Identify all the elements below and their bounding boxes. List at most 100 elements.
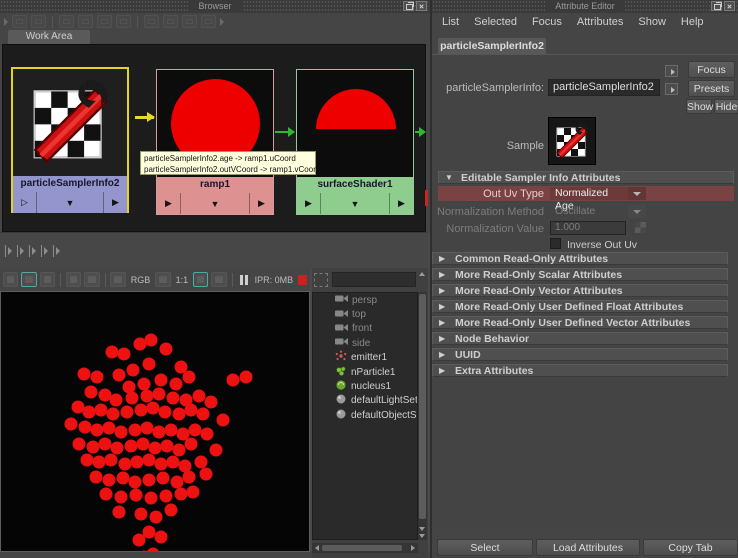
keep-image-icon[interactable]	[193, 272, 209, 287]
menu-selected[interactable]: Selected	[474, 16, 517, 28]
outliner-item-defaultObjectSet[interactable]: defaultObjectSet	[313, 408, 417, 422]
node-output-button[interactable]: ▶	[103, 192, 127, 213]
outliner-horizontal-scrollbar[interactable]	[312, 543, 418, 553]
open-render-view-icon[interactable]	[3, 272, 19, 287]
scroll-down-icon[interactable]	[419, 534, 425, 538]
section-more-read-only-user-defined-vector-attributes[interactable]: ▶ More Read-Only User Defined Vector Attr…	[432, 316, 728, 329]
node-expand-button[interactable]: ▼	[37, 192, 103, 213]
copy-tab-icon[interactable]	[665, 83, 678, 95]
inverse-out-uv-checkbox[interactable]	[550, 238, 561, 249]
section-more-read-only-vector-attributes[interactable]: ▶ More Read-Only Vector Attributes	[432, 284, 728, 297]
tab-work-area[interactable]: Work Area	[8, 30, 90, 44]
section-extra-attributes[interactable]: ▶ Extra Attributes	[432, 364, 728, 377]
filter-textures-icon[interactable]	[78, 15, 93, 28]
node-ramp[interactable]: ramp1 ▶ ▼ ▶	[156, 69, 274, 215]
copy-tab-button[interactable]: Copy Tab	[643, 539, 738, 556]
node-output-button[interactable]: ▶	[249, 193, 273, 214]
select-mode-icon[interactable]	[182, 15, 197, 28]
scroll-up-icon[interactable]	[419, 272, 425, 276]
rearrange-graph-icon[interactable]	[163, 15, 178, 28]
outliner-item-persp[interactable]: persp	[313, 293, 417, 307]
show-button[interactable]: Show	[686, 99, 713, 114]
menu-attributes[interactable]: Attributes	[577, 16, 623, 28]
render-settings-icon[interactable]	[110, 272, 126, 287]
next-arrow-icon[interactable]	[220, 17, 224, 26]
node-particle-sampler-info[interactable]: particleSamplerInfo2 ▷ ▼ ▶	[11, 67, 129, 213]
node-expand-button[interactable]: ▼	[181, 193, 249, 214]
dropdown-arrow-icon[interactable]	[628, 187, 646, 200]
connection-ramp-to-shader[interactable]	[275, 126, 295, 137]
outliner-item-front[interactable]: front	[313, 322, 417, 336]
scrollbar-thumb[interactable]	[419, 294, 426, 519]
connection-sampler-to-ramp[interactable]	[135, 112, 155, 122]
node-input-button[interactable]: ▶	[297, 193, 321, 214]
node-input-button[interactable]: ▶	[157, 193, 181, 214]
pause-ipr-icon[interactable]	[238, 274, 250, 285]
ipr-render-icon[interactable]	[65, 272, 82, 287]
node-name-label[interactable]: ramp1	[157, 177, 273, 193]
menu-list[interactable]: List	[442, 16, 459, 28]
section-common-read-only-attributes[interactable]: ▶ Common Read-Only Attributes	[432, 252, 728, 265]
outliner-item-side[interactable]: side	[313, 336, 417, 350]
scroll-right-icon[interactable]	[411, 545, 415, 551]
node-surface-shader[interactable]: surfaceShader1 ▶ ▼ ▶	[296, 69, 414, 215]
attribute-editor-titlebar[interactable]: Attribute Editor	[432, 0, 738, 13]
restore-icon[interactable]	[711, 1, 722, 11]
menu-show[interactable]: Show	[638, 16, 666, 28]
node-expand-button[interactable]: ▼	[321, 193, 389, 214]
remove-node-icon[interactable]	[31, 15, 46, 28]
section-more-read-only-user-defined-float-attributes[interactable]: ▶ More Read-Only User Defined Float Attri…	[432, 300, 728, 313]
focus-button[interactable]: Focus	[688, 61, 735, 78]
restore-icon[interactable]	[403, 1, 414, 11]
connection-shader-out[interactable]	[415, 126, 426, 137]
outliner-item-emitter1[interactable]: emitter1	[313, 350, 417, 365]
presets-button[interactable]: Presets	[688, 80, 735, 97]
section-more-read-only-scalar-attributes[interactable]: ▶ More Read-Only Scalar Attributes	[432, 268, 728, 281]
node-name-label[interactable]: particleSamplerInfo2	[13, 176, 127, 192]
panel-grip-icon[interactable]	[41, 244, 50, 257]
outliner-item-nucleus1[interactable]: nucleus1	[313, 379, 417, 393]
menu-focus[interactable]: Focus	[532, 16, 562, 28]
menu-help[interactable]: Help	[681, 16, 704, 28]
display-channel-icon[interactable]	[155, 272, 171, 287]
node-input-button[interactable]: ▷	[13, 192, 37, 213]
refresh-icon[interactable]	[201, 15, 216, 28]
node-name-label[interactable]: surfaceShader1	[297, 177, 413, 193]
section-uuid[interactable]: ▶ UUID	[432, 348, 728, 361]
load-attributes-button[interactable]: Load Attributes	[536, 539, 640, 556]
selection-mask-icon[interactable]	[314, 272, 328, 287]
sampler-info-swatch[interactable]	[13, 69, 127, 176]
scrollbar-thumb[interactable]	[322, 545, 402, 551]
sort-icon[interactable]	[144, 15, 159, 28]
panel-grip-icon[interactable]	[29, 244, 38, 257]
outliner-item-nParticle1[interactable]: nParticle1	[313, 365, 417, 379]
prev-arrow-icon[interactable]	[4, 17, 8, 26]
node-output-button[interactable]: ▶	[389, 193, 413, 214]
panel-grip-icon[interactable]	[53, 244, 62, 257]
node-graph-canvas[interactable]: particleSamplerInfo2 ▷ ▼ ▶ ramp1 ▶ ▼ ▶ s…	[2, 44, 426, 232]
panel-grip-icon[interactable]	[5, 244, 14, 257]
render-viewport[interactable]	[0, 291, 310, 558]
show-connections-icon[interactable]	[97, 15, 112, 28]
tab-particle-sampler-info[interactable]: particleSamplerInfo2	[438, 38, 546, 54]
out-uv-type-dropdown[interactable]: Normalized Age	[550, 187, 628, 212]
remove-image-icon[interactable]	[211, 272, 227, 287]
select-button[interactable]: Select	[437, 539, 533, 556]
show-grid-icon[interactable]	[116, 15, 131, 28]
close-icon[interactable]	[724, 1, 735, 11]
hide-button[interactable]: Hide	[714, 99, 738, 114]
render-region-icon[interactable]	[21, 272, 37, 287]
panel-grip-icon[interactable]	[17, 244, 26, 257]
display-rgb-label[interactable]: RGB	[129, 275, 153, 285]
pin-tab-icon[interactable]	[665, 65, 678, 77]
scroll-down-icon[interactable]	[419, 527, 425, 531]
outliner-item-defaultLightSet[interactable]: defaultLightSet	[313, 394, 417, 408]
zoom-ratio-label[interactable]: 1:1	[174, 275, 191, 285]
section-node-behavior[interactable]: ▶ Node Behavior	[432, 332, 728, 345]
filter-shapes-icon[interactable]	[59, 15, 74, 28]
sample-swatch[interactable]	[548, 117, 596, 165]
close-icon[interactable]	[416, 1, 427, 11]
outliner-item-top[interactable]: top	[313, 307, 417, 321]
outliner-vertical-scrollbar[interactable]	[418, 272, 427, 540]
snapshot-icon[interactable]	[39, 272, 55, 287]
